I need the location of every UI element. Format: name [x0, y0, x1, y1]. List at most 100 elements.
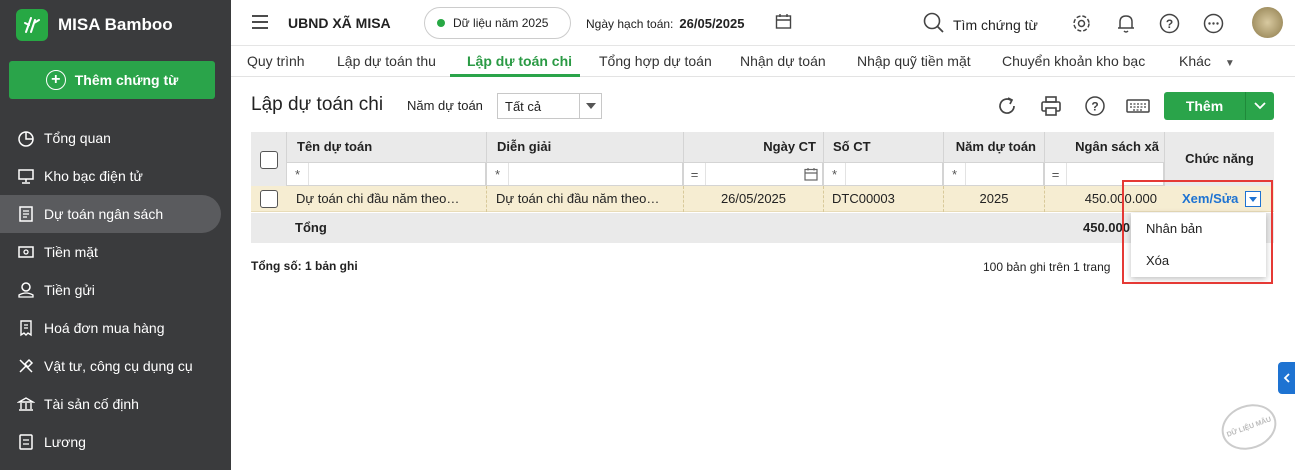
calendar-icon[interactable]: [804, 167, 818, 184]
budget-icon: [16, 204, 36, 224]
sidebar-item-label: Tiền mặt: [44, 244, 98, 260]
tab-chuyen-khoan-kho-bac[interactable]: Chuyển khoản kho bạc: [1002, 46, 1145, 77]
filter-dien-giai[interactable]: *: [487, 162, 683, 186]
column-header-nam-du-toan[interactable]: Năm dự toán: [944, 132, 1044, 162]
svg-text:?: ?: [1091, 100, 1098, 114]
page-size-info[interactable]: 100 bản ghi trên 1 trang: [983, 260, 1110, 274]
filter-so-ct[interactable]: *: [824, 162, 943, 186]
filter-operator[interactable]: *: [487, 163, 509, 185]
module-tabs: Quy trình Lập dự toán thu Lập dự toán ch…: [231, 46, 1295, 77]
plus-circle-icon: +: [45, 70, 66, 90]
posting-date-value: 26/05/2025: [679, 16, 745, 31]
chevron-down-icon: ▼: [1224, 58, 1235, 69]
search-vouchers[interactable]: Tìm chứng từ: [923, 12, 1038, 37]
gear-icon[interactable]: [1071, 13, 1092, 37]
calendar-icon[interactable]: [775, 13, 792, 33]
sidebar-item-overview[interactable]: Tổng quan: [0, 119, 221, 157]
tab-lap-du-toan-thu[interactable]: Lập dự toán thu: [337, 46, 436, 77]
cell-ten-du-toan: Dự toán chi đầu năm theo…: [296, 191, 460, 206]
cash-icon: [16, 242, 36, 262]
year-filter-select[interactable]: Tất cả: [497, 93, 602, 119]
bamboo-logo-icon: [16, 9, 48, 41]
active-tab-indicator: [450, 74, 580, 77]
keyboard-icon[interactable]: [1126, 95, 1150, 120]
cell-dien-giai: Dự toán chi đầu năm theo…: [496, 191, 660, 206]
hamburger-menu-icon[interactable]: [251, 14, 269, 33]
column-header-ngay-ct[interactable]: Ngày CT: [684, 132, 824, 162]
year-filter-label: Năm dự toán: [407, 98, 483, 113]
app-name: MISA Bamboo: [58, 15, 173, 34]
sidebar-item-deposit[interactable]: Tiền gửi: [0, 271, 221, 309]
column-header-chuc-nang: Chức năng: [1185, 151, 1254, 166]
sidebar-item-treasury[interactable]: Kho bạc điện tử: [0, 157, 221, 195]
sidebar-item-budget[interactable]: Dự toán ngân sách: [0, 195, 221, 233]
select-all-checkbox[interactable]: [260, 151, 278, 169]
sidebar-item-label: Dự toán ngân sách: [44, 206, 164, 222]
row-checkbox[interactable]: [260, 190, 278, 208]
bank-icon: [16, 394, 36, 414]
column-header-so-ct[interactable]: Số CT: [825, 132, 871, 162]
tab-khac[interactable]: Khác ▼: [1179, 46, 1235, 77]
sidebar-item-label: Tiền gửi: [44, 282, 95, 298]
collapse-panel-button[interactable]: [1278, 362, 1295, 394]
total-label: Tổng: [295, 220, 327, 235]
refresh-icon[interactable]: [996, 95, 1018, 120]
column-header-dien-giai[interactable]: Diễn giải: [489, 132, 551, 162]
sidebar-item-tools[interactable]: Vật tư, công cụ dụng cụ: [0, 347, 221, 385]
sample-data-stamp-text: DỮ LIỆU MẪU: [1225, 415, 1273, 439]
add-voucher-button[interactable]: + Thêm chứng từ: [9, 61, 215, 99]
sidebar-item-label: Kho bạc điện tử: [44, 168, 143, 184]
filter-operator[interactable]: *: [287, 163, 309, 185]
svg-text:?: ?: [1166, 17, 1173, 31]
chevron-down-icon[interactable]: [1245, 92, 1274, 120]
filter-nam-du-toan[interactable]: *: [944, 162, 1044, 186]
filter-ten-du-toan[interactable]: *: [287, 162, 486, 186]
tab-nhap-quy-tien-mat[interactable]: Nhập quỹ tiền mặt: [857, 46, 971, 77]
record-count: Tổng số: 1 bản ghi: [251, 259, 358, 273]
tab-khac-label: Khác: [1179, 53, 1211, 69]
tab-tong-hop-du-toan[interactable]: Tổng hợp dự toán: [599, 46, 712, 77]
filter-operator[interactable]: =: [684, 163, 706, 185]
posting-date-label: Ngày hạch toán:: [586, 17, 674, 31]
filter-operator[interactable]: *: [824, 163, 846, 185]
sidebar-item-cash[interactable]: Tiền mặt: [0, 233, 221, 271]
chevron-down-icon: [579, 94, 601, 118]
sidebar-item-label: Hoá đơn mua hàng: [44, 320, 165, 336]
tab-nhan-du-toan[interactable]: Nhận dự toán: [740, 46, 826, 77]
data-year-selector[interactable]: Dữ liệu năm 2025: [424, 7, 571, 39]
cell-nam-du-toan: 2025: [979, 191, 1009, 206]
pie-chart-icon: [16, 128, 36, 148]
column-header-ten-du-toan[interactable]: Tên dự toán: [289, 132, 372, 162]
print-icon[interactable]: [1040, 95, 1062, 120]
more-icon[interactable]: [1203, 13, 1224, 37]
top-bar: UBND XÃ MISA Dữ liệu năm 2025 Ngày hạch …: [231, 0, 1295, 46]
tab-quy-trinh[interactable]: Quy trình: [247, 46, 305, 77]
sidebar-item-fixed-assets[interactable]: Tài sản cố định: [0, 385, 221, 423]
avatar[interactable]: [1252, 7, 1283, 38]
add-button-label: Thêm: [1185, 98, 1224, 114]
sidebar: MISA Bamboo + Thêm chứng từ Tổng quan Kh…: [0, 0, 231, 470]
deposit-icon: [16, 280, 36, 300]
add-button[interactable]: Thêm: [1164, 92, 1274, 120]
tab-lap-du-toan-chi[interactable]: Lập dự toán chi: [467, 46, 572, 77]
total-row: Tổng 450.000: [251, 213, 1274, 243]
help-icon[interactable]: ?: [1159, 13, 1180, 37]
total-value: 450.000: [1083, 220, 1130, 235]
filter-operator[interactable]: =: [1045, 163, 1067, 185]
sidebar-item-invoice[interactable]: Hoá đơn mua hàng: [0, 309, 221, 347]
status-dot-icon: [437, 19, 445, 27]
sidebar-item-label: Tài sản cố định: [44, 396, 139, 412]
sidebar-item-label: Lương: [44, 434, 86, 450]
highlight-annotation: [1122, 180, 1273, 284]
app-logo[interactable]: MISA Bamboo: [16, 9, 173, 41]
sidebar-item-salary[interactable]: Lương: [0, 423, 221, 461]
filter-ngay-ct[interactable]: =: [684, 162, 823, 186]
help-icon[interactable]: ?: [1084, 95, 1106, 120]
filter-operator[interactable]: *: [944, 163, 966, 185]
data-year-label: Dữ liệu năm 2025: [453, 16, 549, 30]
tools-icon: [16, 356, 36, 376]
column-header-ngan-sach-xa[interactable]: Ngân sách xã: [1044, 132, 1165, 162]
monitor-icon: [16, 166, 36, 186]
bell-icon[interactable]: [1116, 13, 1136, 37]
table-row[interactable]: Dự toán chi đầu năm theo… Dự toán chi đầ…: [251, 186, 1274, 212]
